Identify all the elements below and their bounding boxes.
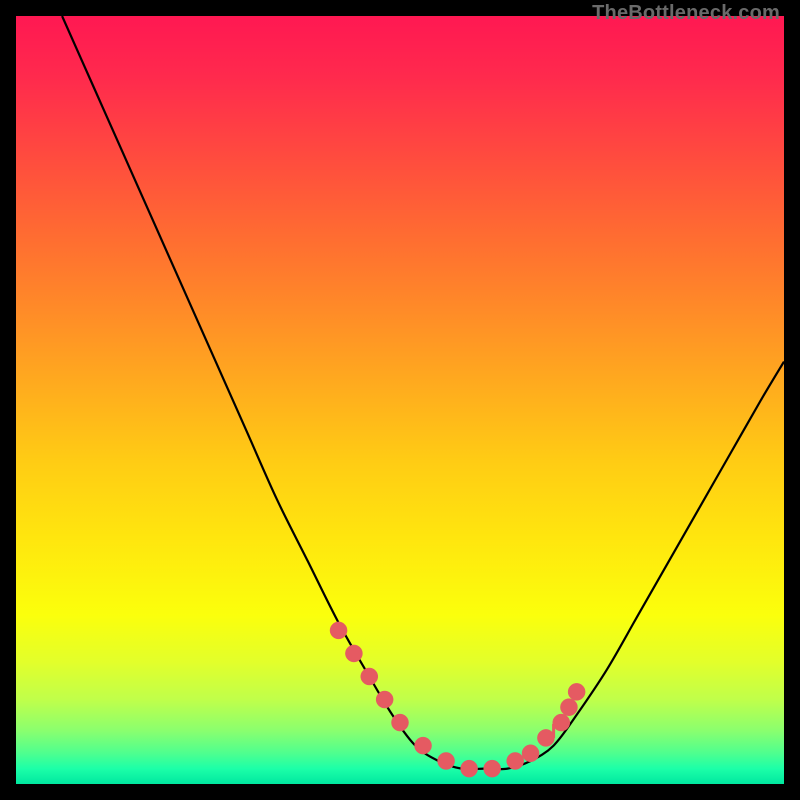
highlight-point xyxy=(568,683,585,700)
highlight-point xyxy=(553,714,570,731)
highlight-point xyxy=(438,752,455,769)
highlight-point xyxy=(345,645,362,662)
highlight-point xyxy=(507,752,524,769)
highlight-point xyxy=(392,714,409,731)
chart-svg xyxy=(16,16,784,784)
highlight-point xyxy=(361,668,378,685)
watermark-text: TheBottleneck.com xyxy=(592,2,780,25)
highlight-point xyxy=(522,745,539,762)
highlight-point xyxy=(537,729,554,746)
highlight-point xyxy=(484,760,501,777)
highlight-point xyxy=(461,760,478,777)
chart-container: TheBottleneck.com xyxy=(0,0,800,800)
highlight-point xyxy=(330,622,347,639)
highlight-point xyxy=(376,691,393,708)
bottleneck-curve xyxy=(62,16,784,769)
plot-area xyxy=(16,16,784,784)
highlight-point xyxy=(415,737,432,754)
highlight-point xyxy=(560,699,577,716)
